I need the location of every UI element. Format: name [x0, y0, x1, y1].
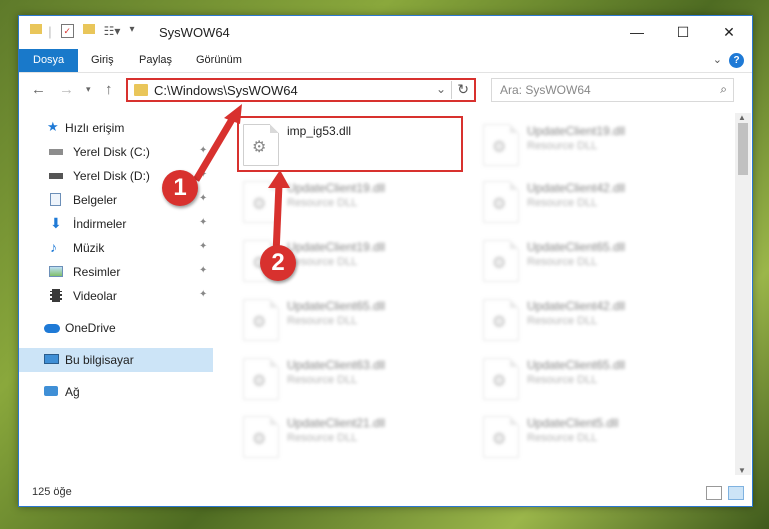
arrow-2-head — [268, 170, 290, 188]
arrow-1-head — [224, 104, 242, 124]
arrow-1-line — [192, 114, 238, 182]
annotation-arrows — [192, 104, 290, 255]
arrow-2-line — [272, 183, 283, 255]
step-marker-2: 2 — [260, 245, 296, 281]
step-marker-1: 1 — [162, 170, 198, 206]
